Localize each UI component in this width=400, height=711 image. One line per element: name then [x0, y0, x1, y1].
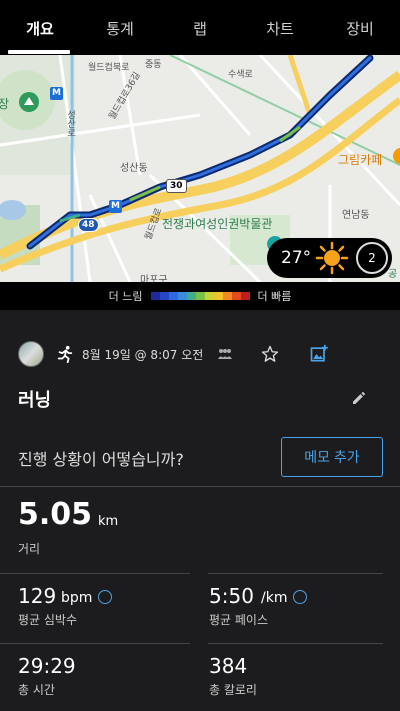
- people-icon[interactable]: [217, 348, 233, 360]
- pace-legend: 더 느림 더 빠름: [0, 282, 400, 310]
- distance-value: 5.05: [18, 497, 93, 532]
- pace-color-swatch: [168, 292, 178, 300]
- divider: [0, 643, 190, 644]
- route-shield-48: 48: [78, 218, 99, 232]
- avg-hr-label: 평균 심박수: [18, 613, 78, 627]
- avg-hr-value: 129: [18, 584, 57, 608]
- map-label-susaek: 수색로: [228, 70, 253, 80]
- pace-color-swatch: [240, 292, 250, 300]
- sun-icon: [315, 241, 349, 275]
- pace-color-swatch: [195, 292, 205, 300]
- activity-summary: 8월 19일 @ 8:07 오전 러닝 진행 상황이 어떻습니까? 메모 추가 …: [0, 310, 400, 711]
- pace-color-swatch: [186, 292, 196, 300]
- divider: [208, 643, 383, 644]
- pace-color-swatch: [231, 292, 241, 300]
- total-time-label: 총 시간: [18, 683, 55, 697]
- tab-bar: 개요 통계 랩 차트 장비: [0, 0, 400, 55]
- map-label-cafe: 그림카페: [338, 153, 383, 167]
- metro-icon: M: [109, 200, 122, 213]
- avg-pace-unit: /km: [261, 590, 288, 606]
- map-label-seongsan-dong: 성산동: [120, 163, 148, 174]
- weather-badge: 27° 2: [267, 238, 392, 278]
- divider: [0, 486, 400, 487]
- map-label-jungdong: 중동: [145, 60, 162, 70]
- wind-speed: 2: [368, 251, 376, 265]
- map-label-mapo: 마포구: [140, 275, 168, 282]
- legend-fast-label: 더 빠름: [257, 290, 292, 303]
- activity-title: 러닝: [18, 390, 52, 411]
- pace-color-swatch: [150, 292, 160, 300]
- pace-wave-icon[interactable]: [293, 590, 307, 604]
- wind-compass-icon: 2: [356, 242, 388, 274]
- tab-gear[interactable]: 장비: [320, 16, 400, 39]
- park-pin-icon: [19, 92, 39, 112]
- activity-date-time: 8월 19일 @ 8:07 오전: [82, 347, 204, 362]
- pace-color-swatch: [213, 292, 223, 300]
- tab-charts[interactable]: 차트: [240, 16, 320, 39]
- running-icon: [57, 345, 73, 363]
- map-label-road: 월드컵북로: [88, 63, 130, 73]
- tab-overview[interactable]: 개요: [0, 16, 80, 39]
- metro-icon: M: [50, 87, 63, 100]
- pace-color-swatch: [177, 292, 187, 300]
- divider: [208, 573, 383, 574]
- distance-unit: km: [98, 514, 119, 529]
- route-shield-30: 30: [166, 179, 187, 193]
- cafe-pin-icon: [393, 148, 400, 164]
- calories-label: 총 칼로리: [209, 683, 257, 697]
- active-tab-indicator: [8, 50, 70, 54]
- avg-hr-unit: bpm: [61, 590, 93, 606]
- avatar[interactable]: [18, 341, 44, 367]
- avg-pace-value: 5:50: [209, 584, 254, 608]
- distance-label: 거리: [18, 542, 41, 556]
- map-label-yeonnam: 연남동: [342, 210, 370, 221]
- star-icon[interactable]: [261, 345, 279, 363]
- divider: [0, 573, 190, 574]
- map-label-museum: 전쟁과여성인권박물관: [162, 217, 273, 231]
- add-memo-button[interactable]: 메모 추가: [281, 437, 383, 477]
- activity-meta-row: 8월 19일 @ 8:07 오전: [18, 340, 383, 368]
- temperature: 27°: [281, 248, 312, 268]
- tab-laps[interactable]: 랩: [160, 16, 240, 39]
- pace-color-swatch: [204, 292, 214, 300]
- heart-rate-wave-icon[interactable]: [98, 590, 112, 604]
- pace-color-scale: [150, 292, 250, 300]
- edit-pencil-icon[interactable]: [351, 390, 367, 406]
- map-label-seongsan-ro: 성산로: [65, 110, 75, 137]
- total-time-value: 29:29: [18, 654, 76, 678]
- avg-pace-label: 평균 페이스: [209, 613, 269, 627]
- legend-slow-label: 더 느림: [108, 290, 143, 303]
- pace-color-swatch: [159, 292, 169, 300]
- map-label-jang: 장: [0, 97, 10, 111]
- tab-stats[interactable]: 통계: [80, 16, 160, 39]
- progress-question: 진행 상황이 어떻습니까?: [18, 450, 184, 469]
- calories-value: 384: [209, 654, 248, 678]
- add-photo-icon[interactable]: [309, 344, 329, 364]
- pace-color-swatch: [222, 292, 232, 300]
